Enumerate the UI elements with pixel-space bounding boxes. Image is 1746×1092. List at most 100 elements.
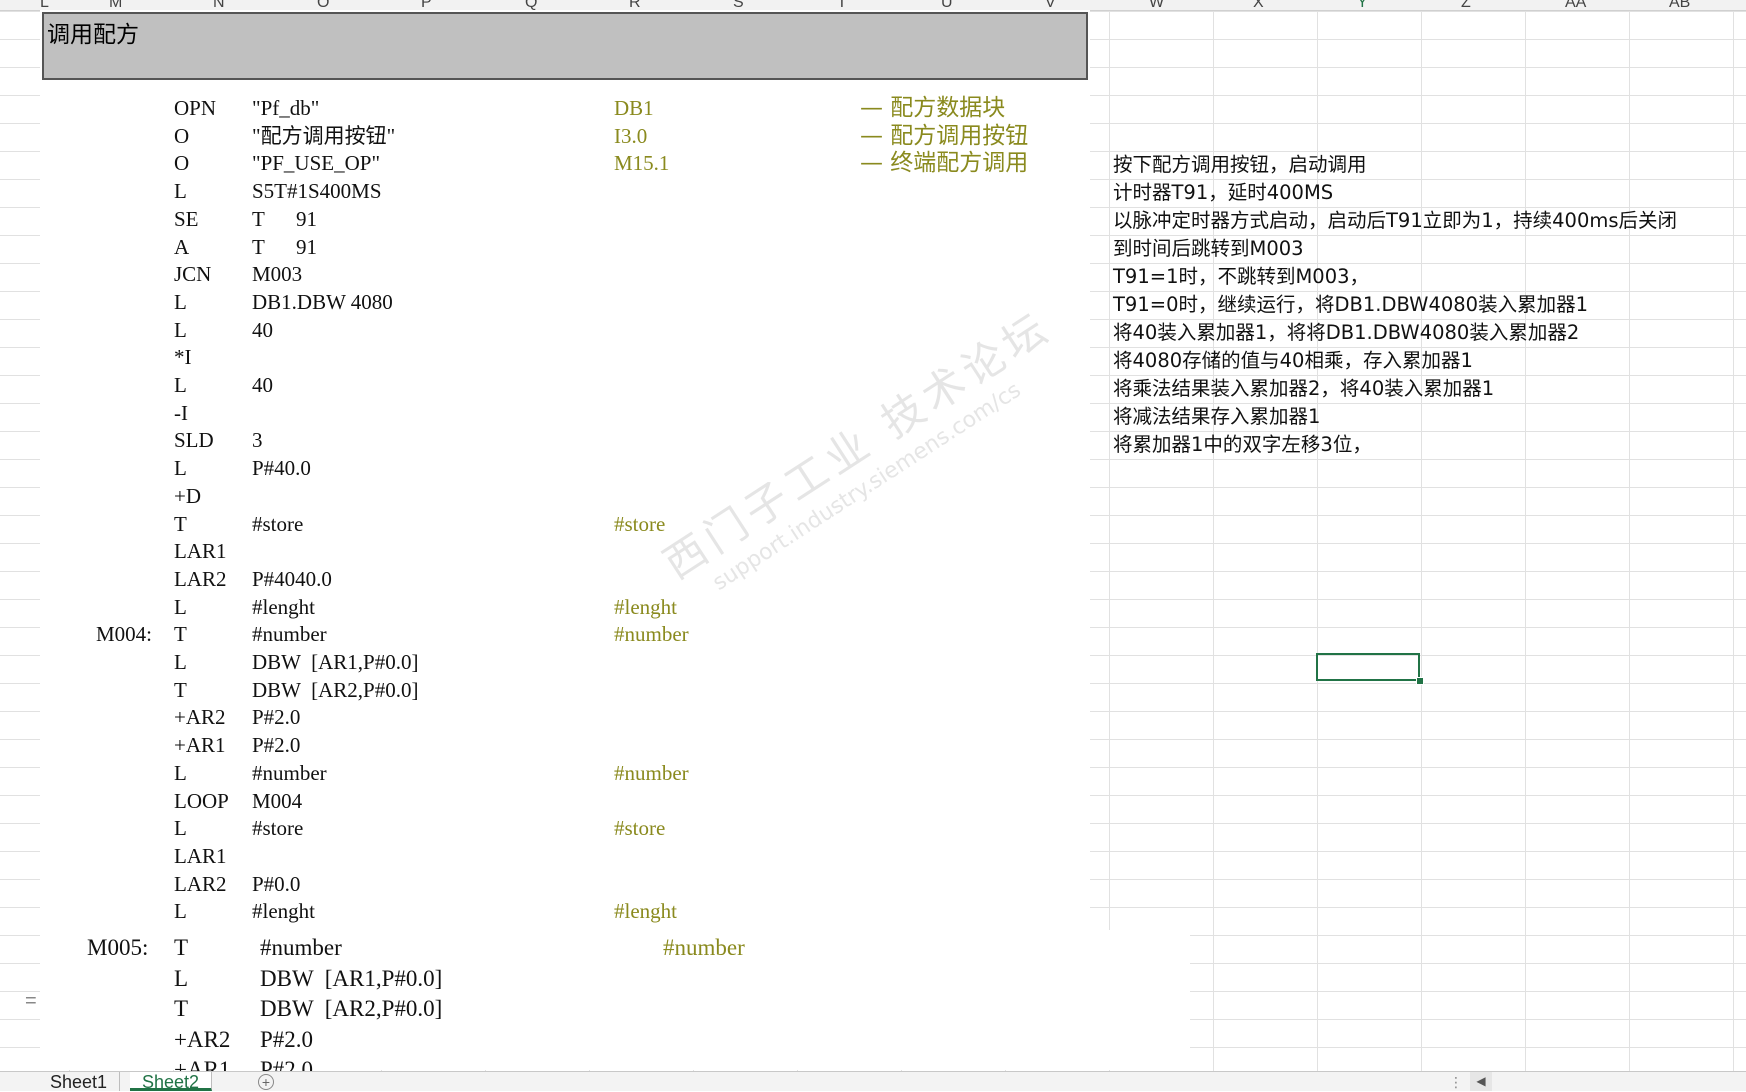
tab-sheet1[interactable]: Sheet1 bbox=[38, 1072, 121, 1092]
note-cell[interactable]: 到时间后跳转到M003 bbox=[1113, 235, 1304, 263]
code-op: O bbox=[174, 123, 190, 148]
code-op: LAR1 bbox=[174, 843, 227, 868]
picture-title: 调用配方 bbox=[47, 22, 139, 48]
code-symbol: I3.0 bbox=[614, 123, 648, 148]
code-op: *I bbox=[174, 345, 192, 370]
equal-icon: = bbox=[25, 990, 37, 1012]
scroll-left-button[interactable]: ◀ bbox=[1470, 1072, 1492, 1091]
code-arg: DB1.DBW 4080 bbox=[252, 289, 393, 314]
note-cell[interactable]: 按下配方调用按钮，启动调用 bbox=[1113, 151, 1367, 179]
code-op: OPN bbox=[174, 96, 217, 120]
code-op: L bbox=[174, 456, 187, 481]
code-arg: 40 bbox=[252, 317, 273, 342]
code-arg: T 91 bbox=[252, 234, 317, 259]
note-cell[interactable]: 以脉冲定时器方式启动，启动后T91立即为1，持续400ms后关闭 bbox=[1113, 207, 1677, 235]
more-icon[interactable]: ⋮ bbox=[1449, 1074, 1463, 1091]
code-op: T bbox=[174, 511, 187, 536]
code-op: LOOP bbox=[174, 788, 229, 813]
column-header[interactable]: W bbox=[1149, 0, 1164, 10]
selected-cell[interactable] bbox=[1316, 653, 1420, 681]
code-arg: DBW [AR1,P#0.0] bbox=[252, 650, 419, 674]
code-arg: 40 bbox=[252, 373, 273, 397]
code-arg: #store bbox=[252, 511, 304, 536]
note-cell[interactable]: 将累加器1中的双字左移3位， bbox=[1113, 431, 1372, 459]
code-arg: M004 bbox=[252, 788, 303, 813]
code-arg: S5T#1S400MS bbox=[252, 179, 382, 204]
code-symbol: M15.1 bbox=[614, 151, 670, 176]
code-symbol: #number bbox=[663, 935, 745, 960]
code-arg: "PF_USE_OP" bbox=[252, 151, 381, 176]
code-comment: — 终端配方调用 bbox=[860, 150, 1029, 177]
code-arg: DBW [AR1,P#0.0] bbox=[260, 965, 443, 991]
code-op: T bbox=[174, 935, 189, 960]
column-header[interactable]: AB bbox=[1669, 0, 1690, 10]
code-op: -I bbox=[174, 400, 188, 425]
code-arg: M003 bbox=[252, 262, 303, 287]
code-symbol: #lenght bbox=[614, 899, 677, 924]
code-op: +AR2 bbox=[174, 1026, 231, 1052]
code-op: L bbox=[174, 594, 187, 619]
code-op: T bbox=[174, 996, 189, 1021]
column-header[interactable]: Z bbox=[1461, 0, 1471, 10]
note-cell[interactable]: T91=1时，不跳转到M003， bbox=[1113, 263, 1369, 291]
code-op: L bbox=[174, 965, 189, 991]
code-arg: 3 bbox=[252, 428, 263, 453]
code-arg: #lenght bbox=[252, 594, 315, 619]
code-label: M005: bbox=[87, 935, 149, 960]
code-symbol: #number bbox=[614, 622, 689, 647]
code-arg: T 91 bbox=[252, 206, 317, 231]
add-sheet-button[interactable]: + bbox=[258, 1074, 274, 1090]
tab-sheet2[interactable]: Sheet2 bbox=[130, 1072, 213, 1092]
picture-title-bar: 调用配方 bbox=[42, 12, 1088, 80]
code-arg: DBW [AR2,P#0.0] bbox=[260, 996, 443, 1021]
code-op: LAR1 bbox=[174, 539, 227, 564]
code-op: +D bbox=[174, 483, 202, 508]
code-arg: P#2.0 bbox=[252, 733, 301, 758]
code-arg: DBW [AR2,P#0.0] bbox=[252, 677, 419, 702]
column-header[interactable]: Y bbox=[1357, 0, 1368, 10]
sheet-tab-bar: Sheet1 Sheet2 + ⋮ ◀ bbox=[0, 1071, 1746, 1092]
code-comment: — 配方调用按钮 bbox=[860, 122, 1029, 149]
code-arg: P#40.0 bbox=[252, 456, 311, 481]
code-op: O bbox=[174, 151, 190, 176]
code-label: M004: bbox=[96, 622, 153, 647]
fill-handle[interactable] bbox=[1416, 677, 1424, 685]
code-symbol: DB1 bbox=[614, 96, 654, 120]
code-op: JCN bbox=[174, 262, 212, 287]
code-op: L bbox=[174, 373, 187, 397]
code-arg: P#2.0 bbox=[252, 705, 301, 730]
code-arg: #store bbox=[252, 816, 304, 841]
note-cell[interactable]: 计时器T91，延时400MS bbox=[1113, 179, 1333, 207]
code-arg: #number bbox=[260, 935, 342, 960]
code-op: +AR2 bbox=[174, 705, 226, 730]
code-op: L bbox=[174, 179, 187, 204]
column-header[interactable]: AA bbox=[1565, 0, 1586, 10]
code-op: L bbox=[174, 650, 187, 674]
code-op: LAR2 bbox=[174, 566, 227, 591]
code-op: +AR1 bbox=[174, 733, 226, 758]
code-arg: "配方调用按钮" bbox=[252, 123, 396, 148]
code-op: SLD bbox=[174, 428, 214, 453]
code-arg: P#0.0 bbox=[252, 871, 301, 896]
note-cell[interactable]: T91=0时，继续运行，将DB1.DBW4080装入累加器1 bbox=[1113, 291, 1588, 319]
code-symbol: #number bbox=[614, 760, 689, 785]
code-op: L bbox=[174, 289, 187, 314]
note-cell[interactable]: 将40装入累加器1，将将DB1.DBW4080装入累加器2 bbox=[1113, 319, 1579, 347]
code-arg: P#4040.0 bbox=[252, 566, 332, 591]
code-op: L bbox=[174, 317, 187, 342]
code-op: SE bbox=[174, 206, 199, 231]
column-header[interactable]: X bbox=[1253, 0, 1264, 10]
code-op: A bbox=[174, 234, 190, 259]
code-op: L bbox=[174, 816, 187, 841]
note-cell[interactable]: 将乘法结果装入累加器2，将40装入累加器1 bbox=[1113, 375, 1494, 403]
code-symbol: #store bbox=[614, 816, 666, 841]
note-cell[interactable]: 将4080存储的值与40相乘，存入累加器1 bbox=[1113, 347, 1473, 375]
code-op: T bbox=[174, 677, 187, 702]
code-arg: #number bbox=[252, 622, 327, 647]
code-comment: — 配方数据块 bbox=[860, 95, 1006, 121]
code-symbol: #lenght bbox=[614, 594, 677, 619]
code-op: L bbox=[174, 899, 187, 924]
note-cell[interactable]: 将减法结果存入累加器1 bbox=[1113, 403, 1320, 431]
code-op: LAR2 bbox=[174, 871, 227, 896]
code-op: T bbox=[174, 622, 187, 647]
